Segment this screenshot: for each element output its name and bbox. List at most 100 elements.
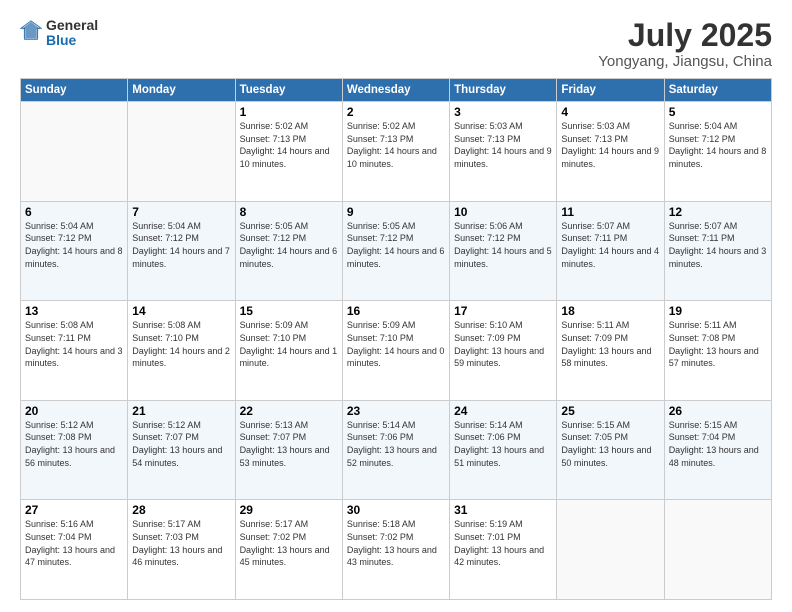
day-number: 13 [25, 304, 123, 318]
location-subtitle: Yongyang, Jiangsu, China [598, 53, 772, 70]
logo: General Blue [20, 18, 98, 49]
day-number: 21 [132, 404, 230, 418]
table-row: 28Sunrise: 5:17 AMSunset: 7:03 PMDayligh… [128, 500, 235, 600]
header: General Blue July 2025 Yongyang, Jiangsu… [20, 18, 772, 70]
table-row: 1Sunrise: 5:02 AMSunset: 7:13 PMDaylight… [235, 102, 342, 202]
day-detail: Sunrise: 5:02 AMSunset: 7:13 PMDaylight:… [347, 120, 445, 170]
table-row: 5Sunrise: 5:04 AMSunset: 7:12 PMDaylight… [664, 102, 771, 202]
day-detail: Sunrise: 5:14 AMSunset: 7:06 PMDaylight:… [454, 419, 552, 469]
table-row: 25Sunrise: 5:15 AMSunset: 7:05 PMDayligh… [557, 400, 664, 500]
day-detail: Sunrise: 5:09 AMSunset: 7:10 PMDaylight:… [240, 319, 338, 369]
logo-general: General [46, 18, 98, 33]
day-detail: Sunrise: 5:08 AMSunset: 7:10 PMDaylight:… [132, 319, 230, 369]
table-row: 31Sunrise: 5:19 AMSunset: 7:01 PMDayligh… [450, 500, 557, 600]
day-detail: Sunrise: 5:04 AMSunset: 7:12 PMDaylight:… [669, 120, 767, 170]
table-row: 8Sunrise: 5:05 AMSunset: 7:12 PMDaylight… [235, 201, 342, 301]
day-detail: Sunrise: 5:15 AMSunset: 7:04 PMDaylight:… [669, 419, 767, 469]
day-number: 17 [454, 304, 552, 318]
day-detail: Sunrise: 5:03 AMSunset: 7:13 PMDaylight:… [561, 120, 659, 170]
day-detail: Sunrise: 5:16 AMSunset: 7:04 PMDaylight:… [25, 518, 123, 568]
day-number: 11 [561, 205, 659, 219]
calendar-week-row: 6Sunrise: 5:04 AMSunset: 7:12 PMDaylight… [21, 201, 772, 301]
day-number: 29 [240, 503, 338, 517]
table-row: 15Sunrise: 5:09 AMSunset: 7:10 PMDayligh… [235, 301, 342, 401]
table-row: 2Sunrise: 5:02 AMSunset: 7:13 PMDaylight… [342, 102, 449, 202]
day-detail: Sunrise: 5:04 AMSunset: 7:12 PMDaylight:… [25, 220, 123, 270]
table-row [557, 500, 664, 600]
day-number: 15 [240, 304, 338, 318]
table-row: 20Sunrise: 5:12 AMSunset: 7:08 PMDayligh… [21, 400, 128, 500]
day-number: 19 [669, 304, 767, 318]
month-title: July 2025 [598, 18, 772, 53]
day-detail: Sunrise: 5:17 AMSunset: 7:03 PMDaylight:… [132, 518, 230, 568]
day-detail: Sunrise: 5:12 AMSunset: 7:07 PMDaylight:… [132, 419, 230, 469]
day-number: 5 [669, 105, 767, 119]
day-detail: Sunrise: 5:10 AMSunset: 7:09 PMDaylight:… [454, 319, 552, 369]
table-row: 21Sunrise: 5:12 AMSunset: 7:07 PMDayligh… [128, 400, 235, 500]
table-row: 3Sunrise: 5:03 AMSunset: 7:13 PMDaylight… [450, 102, 557, 202]
calendar-table: Sunday Monday Tuesday Wednesday Thursday… [20, 78, 772, 600]
day-number: 1 [240, 105, 338, 119]
day-detail: Sunrise: 5:11 AMSunset: 7:08 PMDaylight:… [669, 319, 767, 369]
day-detail: Sunrise: 5:14 AMSunset: 7:06 PMDaylight:… [347, 419, 445, 469]
table-row: 16Sunrise: 5:09 AMSunset: 7:10 PMDayligh… [342, 301, 449, 401]
header-thursday: Thursday [450, 79, 557, 102]
day-detail: Sunrise: 5:19 AMSunset: 7:01 PMDaylight:… [454, 518, 552, 568]
header-saturday: Saturday [664, 79, 771, 102]
header-tuesday: Tuesday [235, 79, 342, 102]
table-row: 22Sunrise: 5:13 AMSunset: 7:07 PMDayligh… [235, 400, 342, 500]
table-row [664, 500, 771, 600]
day-number: 28 [132, 503, 230, 517]
day-detail: Sunrise: 5:11 AMSunset: 7:09 PMDaylight:… [561, 319, 659, 369]
day-detail: Sunrise: 5:07 AMSunset: 7:11 PMDaylight:… [561, 220, 659, 270]
day-detail: Sunrise: 5:15 AMSunset: 7:05 PMDaylight:… [561, 419, 659, 469]
header-monday: Monday [128, 79, 235, 102]
day-detail: Sunrise: 5:06 AMSunset: 7:12 PMDaylight:… [454, 220, 552, 270]
day-number: 23 [347, 404, 445, 418]
table-row [128, 102, 235, 202]
day-detail: Sunrise: 5:07 AMSunset: 7:11 PMDaylight:… [669, 220, 767, 270]
day-detail: Sunrise: 5:09 AMSunset: 7:10 PMDaylight:… [347, 319, 445, 369]
calendar-week-row: 27Sunrise: 5:16 AMSunset: 7:04 PMDayligh… [21, 500, 772, 600]
table-row: 14Sunrise: 5:08 AMSunset: 7:10 PMDayligh… [128, 301, 235, 401]
day-detail: Sunrise: 5:05 AMSunset: 7:12 PMDaylight:… [240, 220, 338, 270]
table-row: 6Sunrise: 5:04 AMSunset: 7:12 PMDaylight… [21, 201, 128, 301]
table-row: 7Sunrise: 5:04 AMSunset: 7:12 PMDaylight… [128, 201, 235, 301]
day-detail: Sunrise: 5:04 AMSunset: 7:12 PMDaylight:… [132, 220, 230, 270]
table-row: 26Sunrise: 5:15 AMSunset: 7:04 PMDayligh… [664, 400, 771, 500]
calendar-week-row: 20Sunrise: 5:12 AMSunset: 7:08 PMDayligh… [21, 400, 772, 500]
table-row [21, 102, 128, 202]
day-number: 14 [132, 304, 230, 318]
day-number: 20 [25, 404, 123, 418]
calendar-week-row: 13Sunrise: 5:08 AMSunset: 7:11 PMDayligh… [21, 301, 772, 401]
table-row: 11Sunrise: 5:07 AMSunset: 7:11 PMDayligh… [557, 201, 664, 301]
day-detail: Sunrise: 5:05 AMSunset: 7:12 PMDaylight:… [347, 220, 445, 270]
title-block: July 2025 Yongyang, Jiangsu, China [598, 18, 772, 70]
day-detail: Sunrise: 5:08 AMSunset: 7:11 PMDaylight:… [25, 319, 123, 369]
calendar-week-row: 1Sunrise: 5:02 AMSunset: 7:13 PMDaylight… [21, 102, 772, 202]
day-number: 26 [669, 404, 767, 418]
table-row: 29Sunrise: 5:17 AMSunset: 7:02 PMDayligh… [235, 500, 342, 600]
day-number: 30 [347, 503, 445, 517]
logo-text: General Blue [46, 18, 98, 49]
day-number: 7 [132, 205, 230, 219]
day-number: 27 [25, 503, 123, 517]
day-number: 6 [25, 205, 123, 219]
day-number: 18 [561, 304, 659, 318]
table-row: 18Sunrise: 5:11 AMSunset: 7:09 PMDayligh… [557, 301, 664, 401]
header-sunday: Sunday [21, 79, 128, 102]
day-detail: Sunrise: 5:02 AMSunset: 7:13 PMDaylight:… [240, 120, 338, 170]
day-number: 3 [454, 105, 552, 119]
day-number: 10 [454, 205, 552, 219]
table-row: 9Sunrise: 5:05 AMSunset: 7:12 PMDaylight… [342, 201, 449, 301]
day-detail: Sunrise: 5:18 AMSunset: 7:02 PMDaylight:… [347, 518, 445, 568]
day-detail: Sunrise: 5:17 AMSunset: 7:02 PMDaylight:… [240, 518, 338, 568]
table-row: 24Sunrise: 5:14 AMSunset: 7:06 PMDayligh… [450, 400, 557, 500]
day-number: 4 [561, 105, 659, 119]
day-number: 12 [669, 205, 767, 219]
day-detail: Sunrise: 5:13 AMSunset: 7:07 PMDaylight:… [240, 419, 338, 469]
day-detail: Sunrise: 5:12 AMSunset: 7:08 PMDaylight:… [25, 419, 123, 469]
day-number: 9 [347, 205, 445, 219]
table-row: 17Sunrise: 5:10 AMSunset: 7:09 PMDayligh… [450, 301, 557, 401]
day-number: 2 [347, 105, 445, 119]
